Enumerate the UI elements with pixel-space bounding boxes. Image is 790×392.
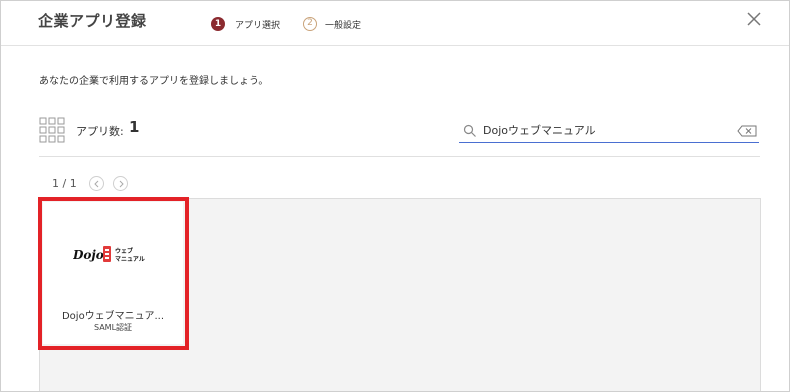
step-number-2: 2: [303, 17, 317, 31]
grid-view-icon: [39, 117, 65, 143]
description-text: あなたの企業で利用するアプリを登録しましょう。: [39, 76, 269, 87]
dialog: 企業アプリ登録 1 アプリ選択 2 一般設定 あなたの企業で利用するアプリを登録…: [0, 0, 790, 392]
previous-page-button[interactable]: [89, 176, 104, 191]
search-icon: [463, 124, 476, 137]
highlight-frame: [38, 197, 189, 350]
search-input[interactable]: [483, 120, 723, 140]
step-label-2: 一般設定: [325, 20, 362, 31]
dialog-title: 企業アプリ登録: [38, 12, 147, 30]
step-number-1: 1: [211, 17, 225, 31]
app-count-value: 1: [129, 118, 140, 136]
chevron-left-icon: [93, 180, 98, 187]
step-label-1: アプリ選択: [235, 20, 281, 31]
chevron-right-icon: [119, 180, 124, 187]
clear-search-icon[interactable]: [737, 125, 757, 137]
close-icon[interactable]: [745, 10, 763, 28]
search-box: [459, 120, 759, 143]
dialog-header: 企業アプリ登録 1 アプリ選択 2 一般設定: [1, 1, 789, 46]
next-page-button[interactable]: [113, 176, 128, 191]
divider: [39, 156, 760, 157]
page-indicator: 1 / 1: [52, 177, 77, 190]
app-count-label: アプリ数:: [76, 125, 124, 138]
step-app-select: 1 アプリ選択: [211, 17, 280, 31]
step-general-settings: 2 一般設定: [303, 17, 361, 31]
